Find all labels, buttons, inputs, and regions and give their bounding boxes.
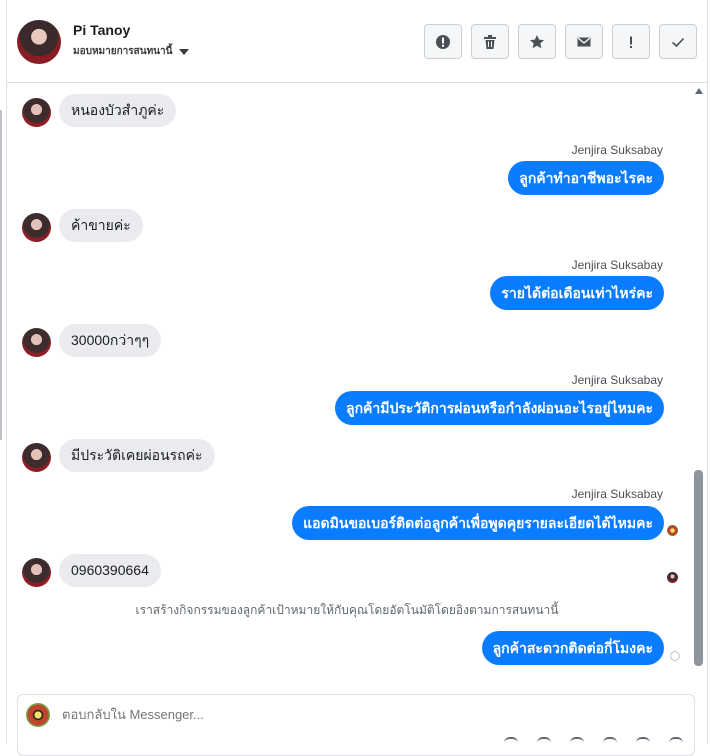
page-seen-avatar	[667, 525, 678, 536]
mark-done-button[interactable]	[659, 24, 697, 59]
left-panel-edge	[0, 110, 2, 440]
outgoing-message[interactable]: แอดมินขอเบอร์ติดต่อลูกค้าเพื่อพูดคุยรายล…	[292, 506, 664, 540]
star-icon	[530, 34, 544, 48]
outgoing-message[interactable]: ลูกค้าสะดวกติดต่อกี่โมงคะ	[481, 631, 664, 665]
scrollbar-thumb[interactable]	[694, 470, 703, 666]
conversation-toolbar	[424, 24, 697, 59]
incoming-message[interactable]: มีประวัติเคยผ่อนรถค่ะ	[59, 439, 215, 472]
contact-avatar-small[interactable]	[22, 558, 51, 587]
tag-icon[interactable]	[537, 737, 551, 749]
reply-input[interactable]	[62, 707, 662, 722]
alert-circle-icon	[436, 34, 450, 49]
outgoing-message[interactable]: ลูกค้าทำอาชีพอะไรคะ	[508, 161, 664, 195]
check-icon	[671, 37, 685, 47]
thread-scrollbar[interactable]	[692, 84, 706, 684]
thumbs-up-icon[interactable]	[669, 737, 683, 749]
incoming-message[interactable]: 30000กว่าๆๆ	[59, 324, 162, 357]
contact-avatar-small[interactable]	[22, 213, 51, 242]
incoming-message[interactable]: ค้าขายค่ะ	[59, 209, 143, 242]
scroll-up-arrow-icon[interactable]	[695, 88, 703, 94]
mark-spam-button[interactable]	[424, 24, 462, 59]
outgoing-message[interactable]: รายได้ต่อเดือนเท่าไหร่คะ	[490, 276, 664, 310]
envelope-icon	[577, 37, 591, 46]
outgoing-message[interactable]: ลูกค้ามีประวัติการผ่อนหรือกำลังผ่อนอะไรอ…	[334, 391, 664, 425]
settings-icon[interactable]	[636, 737, 650, 749]
sender-name: Jenjira Suksabay	[571, 487, 663, 501]
trash-icon	[484, 34, 496, 49]
conversation-panel: Pi Tanoy มอบหมายการสนทนานี้ หนองบัวสำภูค…	[6, 0, 708, 756]
sender-name: Jenjira Suksabay	[571, 373, 663, 387]
follow-up-button[interactable]	[612, 24, 650, 59]
reply-composer	[17, 694, 695, 756]
assign-conversation-dropdown[interactable]: มอบหมายการสนทนานี้	[73, 44, 190, 59]
incoming-message[interactable]: 0960390664	[59, 554, 161, 587]
star-button[interactable]	[518, 24, 556, 59]
conversation-header: Pi Tanoy มอบหมายการสนทนานี้	[7, 0, 707, 83]
system-note: เราสร้างกิจกรรมของลูกค้าเป้าหมายให้กับคุ…	[135, 603, 559, 617]
incoming-message[interactable]: หนองบัวสำภูค่ะ	[59, 94, 177, 127]
contact-avatar-small[interactable]	[22, 443, 51, 472]
mark-unread-button[interactable]	[565, 24, 603, 59]
contact-avatar[interactable]	[17, 20, 61, 64]
delete-button[interactable]	[471, 24, 509, 59]
emoji-icon[interactable]	[603, 737, 617, 749]
assign-label: มอบหมายการสนทนานี้	[73, 46, 173, 57]
contact-name[interactable]: Pi Tanoy	[73, 22, 130, 38]
sender-name: Jenjira Suksabay	[571, 258, 663, 272]
sender-name: Jenjira Suksabay	[571, 143, 663, 157]
exclamation-icon	[630, 36, 632, 48]
image-icon[interactable]	[570, 737, 584, 749]
page-avatar	[26, 703, 50, 727]
composer-tools	[504, 737, 683, 749]
contact-seen-avatar	[667, 572, 678, 583]
attach-icon[interactable]	[504, 737, 518, 749]
contact-avatar-small[interactable]	[22, 328, 51, 357]
sent-status-icon	[670, 651, 680, 661]
contact-avatar-small[interactable]	[22, 98, 51, 127]
caret-down-icon	[179, 48, 190, 55]
